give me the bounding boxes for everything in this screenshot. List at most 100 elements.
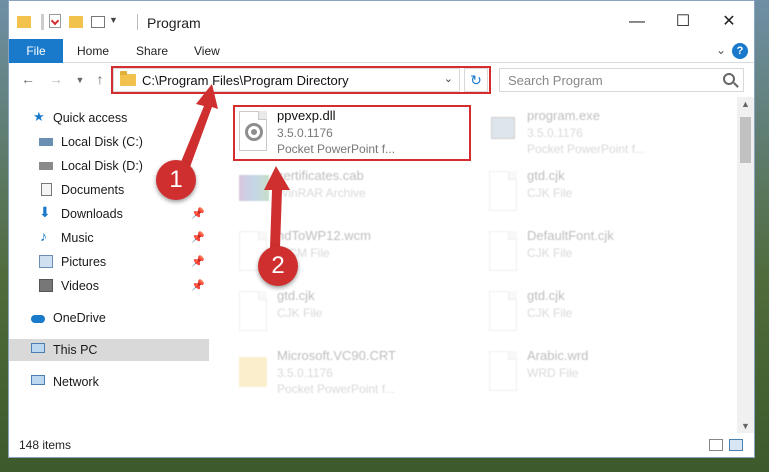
sidebar-item-label: Network xyxy=(53,375,99,389)
minimize-button[interactable]: — xyxy=(614,9,660,35)
documents-icon xyxy=(41,183,52,196)
search-icon xyxy=(723,73,735,85)
drive-icon xyxy=(39,138,53,146)
sidebar-item-network[interactable]: Network xyxy=(9,371,209,393)
back-button[interactable]: ← xyxy=(19,71,37,89)
cloud-icon xyxy=(31,315,45,323)
file-item-gtd-cjk[interactable]: gtd.cjk CJK File xyxy=(479,165,715,223)
pictures-icon xyxy=(39,255,53,268)
file-name: DefaultFont.cjk xyxy=(527,228,614,243)
tab-share[interactable]: Share xyxy=(136,39,168,63)
file-item-gtd-cjk-3[interactable]: gtd.cjk CJK File xyxy=(479,285,715,343)
file-type: CJK File xyxy=(277,306,323,320)
file-item-defaultfont-cjk[interactable]: DefaultFont.cjk CJK File xyxy=(479,225,715,283)
address-row: ← → ▼ ↑ C:\Program Files\Program Directo… xyxy=(9,63,754,97)
sidebar-item-label: Downloads xyxy=(61,207,123,221)
file-name: program.exe xyxy=(527,108,600,123)
ribbon-tabs: File Home Share View ⌄ ? xyxy=(9,39,754,63)
callout-badge-1: 1 xyxy=(156,160,196,200)
pin-icon[interactable]: 📌 xyxy=(191,207,205,220)
large-icons-view-icon[interactable] xyxy=(729,439,743,451)
chevron-down-icon[interactable]: ▼ xyxy=(109,15,127,33)
callout-badge-2: 2 xyxy=(258,246,298,286)
pin-icon[interactable]: 📌 xyxy=(191,255,205,268)
sidebar-item-pictures[interactable]: Pictures 📌 xyxy=(9,251,209,273)
sidebar-item-videos[interactable]: Videos 📌 xyxy=(9,275,209,297)
vertical-scrollbar[interactable]: ▲ ▼ xyxy=(737,97,754,433)
file-version: 3.5.0.1176 xyxy=(527,126,583,140)
separator xyxy=(41,14,44,30)
help-icon[interactable]: ? xyxy=(732,43,748,59)
recent-locations-button[interactable]: ▼ xyxy=(71,75,89,93)
file-name: Microsoft.VC90.CRT xyxy=(277,348,396,363)
videos-icon xyxy=(39,279,53,292)
item-count: 148 items xyxy=(19,438,72,452)
file-name: ndToWP12.wcm xyxy=(277,228,371,243)
separator xyxy=(137,14,138,30)
sidebar-item-local-disk-c[interactable]: Local Disk (C:) xyxy=(9,131,209,153)
maximize-button[interactable]: ☐ xyxy=(660,9,706,35)
up-button[interactable]: ↑ xyxy=(91,71,109,89)
generic-file-icon xyxy=(235,289,271,335)
file-type: WRD File xyxy=(527,366,579,380)
drive-icon xyxy=(39,162,53,170)
properties-icon[interactable] xyxy=(49,14,61,28)
file-item-program-exe[interactable]: program.exe 3.5.0.1176 Pocket PowerPoint… xyxy=(479,105,715,163)
title-bar: ▼ Program — ☐ ✕ xyxy=(9,1,754,39)
tab-file[interactable]: File xyxy=(9,39,63,63)
file-version: 3.5.0.1176 xyxy=(277,366,333,380)
sidebar-item-label: OneDrive xyxy=(53,311,106,325)
scroll-up-icon[interactable]: ▲ xyxy=(741,99,750,109)
search-box[interactable]: Search Program xyxy=(499,68,744,92)
file-name: gtd.cjk xyxy=(527,288,565,303)
folder-icon xyxy=(235,349,271,395)
file-name: certificates.cab xyxy=(277,168,364,183)
file-item-arabic-wrd[interactable]: Arabic.wrd WRD File xyxy=(479,345,715,403)
address-highlight xyxy=(111,66,491,94)
sidebar-item-quick-access[interactable]: ★ Quick access xyxy=(9,107,209,129)
customize-icon[interactable] xyxy=(91,16,105,28)
expand-ribbon-icon[interactable]: ⌄ xyxy=(716,43,726,57)
generic-file-icon xyxy=(485,349,521,395)
file-item-certificates-cab[interactable]: certificates.cab WinRAR Archive xyxy=(229,165,465,223)
folder-icon xyxy=(17,16,31,28)
file-name: Arabic.wrd xyxy=(527,348,589,363)
status-bar: 148 items xyxy=(9,433,754,457)
file-item-gtd-cjk-2[interactable]: gtd.cjk CJK File xyxy=(229,285,465,343)
scrollbar-thumb[interactable] xyxy=(740,117,751,163)
archive-file-icon xyxy=(235,169,271,215)
file-item-microsoft-vc90-crt[interactable]: Microsoft.VC90.CRT 3.5.0.1176 Pocket Pow… xyxy=(229,345,465,403)
file-type: CJK File xyxy=(527,246,573,260)
generic-file-icon xyxy=(485,229,521,275)
close-button[interactable]: ✕ xyxy=(706,9,752,35)
file-name: gtd.cjk xyxy=(277,288,315,303)
file-highlight xyxy=(233,105,471,161)
forward-button[interactable]: → xyxy=(47,71,65,89)
tab-home[interactable]: Home xyxy=(77,39,109,63)
computer-icon xyxy=(31,343,45,353)
exe-file-icon xyxy=(485,109,521,155)
sidebar-item-this-pc[interactable]: This PC xyxy=(9,339,209,361)
download-icon: ⬇ xyxy=(39,204,51,220)
navigation-pane: ★ Quick access Local Disk (C:) Local Dis… xyxy=(9,97,209,433)
window-title: Program xyxy=(147,15,201,31)
sidebar-item-label: This PC xyxy=(53,343,98,357)
sidebar-item-label: Local Disk (D:) xyxy=(61,159,143,173)
sidebar-item-label: Quick access xyxy=(53,111,128,125)
sidebar-item-downloads[interactable]: ⬇ Downloads 📌 xyxy=(9,203,209,225)
scroll-down-icon[interactable]: ▼ xyxy=(741,421,750,431)
pin-icon[interactable]: 📌 xyxy=(191,231,205,244)
sidebar-item-onedrive[interactable]: OneDrive xyxy=(9,307,209,329)
details-view-icon[interactable] xyxy=(709,439,723,451)
tab-view[interactable]: View xyxy=(194,39,220,63)
pin-icon[interactable]: 📌 xyxy=(191,279,205,292)
generic-file-icon xyxy=(485,289,521,335)
new-folder-icon[interactable] xyxy=(69,16,83,28)
sidebar-item-label: Videos xyxy=(61,279,99,293)
file-type: CJK File xyxy=(527,186,573,200)
file-type: CJK File xyxy=(527,306,573,320)
sidebar-item-label: Local Disk (C:) xyxy=(61,135,143,149)
sidebar-item-music[interactable]: ♪ Music 📌 xyxy=(9,227,209,249)
search-placeholder: Search Program xyxy=(508,73,603,88)
file-name: gtd.cjk xyxy=(527,168,565,183)
